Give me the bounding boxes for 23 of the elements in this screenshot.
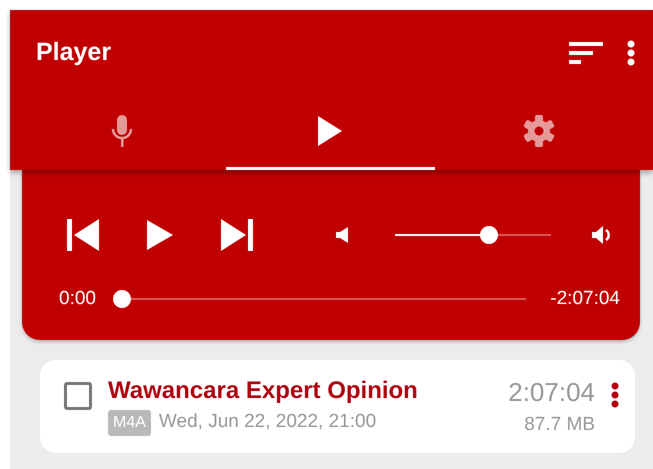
recording-date: Wed, Jun 22, 2022, 21:00 [158, 410, 376, 434]
checkbox[interactable] [64, 382, 92, 410]
more-options-icon[interactable] [611, 382, 619, 408]
slider-thumb[interactable] [112, 290, 131, 308]
volume-low-icon [336, 227, 348, 243]
previous-track-button[interactable] [67, 219, 99, 251]
remaining-time: -2:07:04 [550, 287, 620, 311]
elapsed-time: 0:00 [59, 287, 96, 311]
sort-icon[interactable] [569, 42, 603, 64]
app-title: Player [36, 36, 112, 68]
next-track-button[interactable] [221, 219, 253, 251]
volume-high-icon [592, 226, 612, 244]
more-options-icon[interactable] [627, 40, 635, 66]
recording-title: Wawancara Expert Opinion [108, 378, 419, 404]
recording-card[interactable]: Wawancara Expert Opinion M4A Wed, Jun 22, 2022, 21:00 2:07:04 87.7 MB [40, 360, 635, 454]
recording-duration: 2:07:04 [508, 378, 595, 407]
file-size: 87.7 MB [523, 412, 595, 437]
format-badge: M4A [108, 410, 151, 436]
play-icon [318, 116, 342, 146]
slider-thumb[interactable] [480, 226, 498, 244]
gear-icon [522, 115, 555, 147]
microphone-icon [111, 115, 134, 147]
play-button[interactable] [147, 220, 173, 250]
